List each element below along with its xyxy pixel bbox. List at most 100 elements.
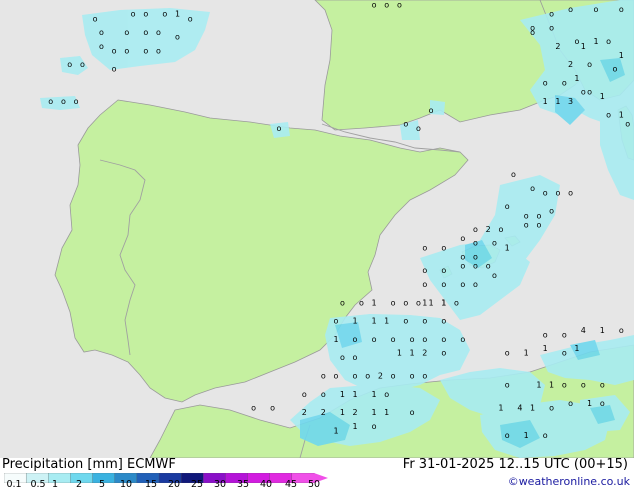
legend-label: 25 [190, 479, 204, 490]
precip-marker: o [416, 298, 421, 307]
precip-marker: o [492, 239, 497, 248]
precip-marker: o [422, 266, 427, 275]
precip-marker: o [124, 28, 129, 37]
precip-marker: o [530, 28, 535, 37]
precip-marker: 2 [555, 42, 560, 51]
precip-marker: 2 [378, 372, 383, 381]
precip-marker: o [334, 317, 339, 326]
precip-marker: 1 [600, 326, 605, 335]
precip-marker: o [175, 33, 180, 42]
precip-marker: o [536, 220, 541, 229]
precip-marker: o [334, 372, 339, 381]
precip-marker: o [353, 335, 358, 344]
precip-marker: o [606, 37, 611, 46]
precip-marker: o [473, 253, 478, 262]
precip-marker: 1 [175, 10, 180, 19]
precip-marker: 1 [372, 390, 377, 399]
precip-marker: o [112, 46, 117, 55]
precip-marker: o [574, 37, 579, 46]
precip-marker: 1 [397, 349, 402, 358]
precip-marker: 1 [352, 422, 357, 431]
precip-marker: 1 [372, 317, 377, 326]
precip-marker: o [99, 42, 104, 51]
precip-marker: o [460, 253, 465, 262]
legend-label: 0.5 [30, 479, 46, 490]
precip-marker: o [429, 106, 434, 115]
precip-marker: o [410, 408, 415, 417]
precip-marker: o [321, 372, 326, 381]
precip-marker: o [48, 97, 53, 106]
legend-label: 0.1 [6, 479, 22, 490]
precip-marker: o [524, 220, 529, 229]
precip-marker: o [441, 243, 446, 252]
legend-label: 2 [75, 479, 83, 490]
precip-marker: 1 [587, 399, 592, 408]
precip-marker: 1 [352, 317, 357, 326]
precip-marker: o [340, 298, 345, 307]
precip-marker: o [340, 353, 345, 362]
legend-label: 15 [144, 479, 158, 490]
valid-time: Fr 31-01-2025 12..15 UTC (00+15) [402, 457, 628, 472]
precip-marker: o [505, 381, 510, 390]
precip-marker: 1 [581, 42, 586, 51]
precip-marker: o [460, 280, 465, 289]
precip-marker: o [562, 349, 567, 358]
precip-marker: o [372, 422, 377, 431]
precip-marker: o [549, 207, 554, 216]
precip-marker: o [384, 390, 389, 399]
precip-marker: o [422, 243, 427, 252]
precip-marker: o [422, 280, 427, 289]
precip-marker: o [549, 24, 554, 33]
precip-marker: o [524, 211, 529, 220]
precip-marker: o [549, 10, 554, 19]
precip-marker: o [562, 381, 567, 390]
precip-marker: o [321, 390, 326, 399]
precip-marker: o [543, 188, 548, 197]
precip-marker: o [473, 280, 478, 289]
precip-marker: o [422, 372, 427, 381]
precip-marker: o [473, 239, 478, 248]
precip-marker: o [441, 266, 446, 275]
precip-marker: 1 [600, 92, 605, 101]
precip-marker: 1 [524, 431, 529, 440]
precip-marker: o [156, 28, 161, 37]
precip-marker: o [270, 404, 275, 413]
precip-marker: o [61, 97, 66, 106]
precip-marker: o [454, 298, 459, 307]
precip-marker: o [568, 5, 573, 14]
precip-marker: 1 [429, 298, 434, 307]
precip-marker: o [460, 262, 465, 271]
precip-marker: 1 [372, 298, 377, 307]
precip-marker: o [568, 188, 573, 197]
precip-marker: 2 [568, 60, 573, 69]
precip-marker: o [460, 234, 465, 243]
precip-marker: o [143, 46, 148, 55]
precip-marker: 1 [441, 298, 446, 307]
precip-marker: o [441, 349, 446, 358]
precip-marker: o [410, 372, 415, 381]
precip-marker: o [613, 65, 618, 74]
precip-marker: 1 [593, 37, 598, 46]
precip-marker: o [365, 372, 370, 381]
precip-marker: o [391, 335, 396, 344]
precip-marker: 4 [517, 404, 522, 413]
precip-marker: 1 [530, 404, 535, 413]
precip-marker: o [124, 46, 129, 55]
precip-marker: o [505, 431, 510, 440]
precip-marker: o [594, 5, 599, 14]
precip-marker: 1 [340, 408, 345, 417]
precip-marker: o [536, 211, 541, 220]
precip-marker: 2 [352, 408, 357, 417]
map-title: Precipitation [mm] ECMWF [2, 457, 176, 472]
precip-marker: o [353, 372, 358, 381]
precip-marker: o [600, 399, 605, 408]
precip-marker: o [600, 381, 605, 390]
credit-link[interactable]: ©weatheronline.co.uk [508, 475, 630, 488]
precip-marker: o [543, 330, 548, 339]
precip-marker: o [505, 349, 510, 358]
precip-marker: 3 [568, 97, 573, 106]
precip-marker: o [492, 271, 497, 280]
precip-marker: o [67, 60, 72, 69]
precip-marker: o [162, 10, 167, 19]
precip-marker: o [625, 120, 630, 129]
